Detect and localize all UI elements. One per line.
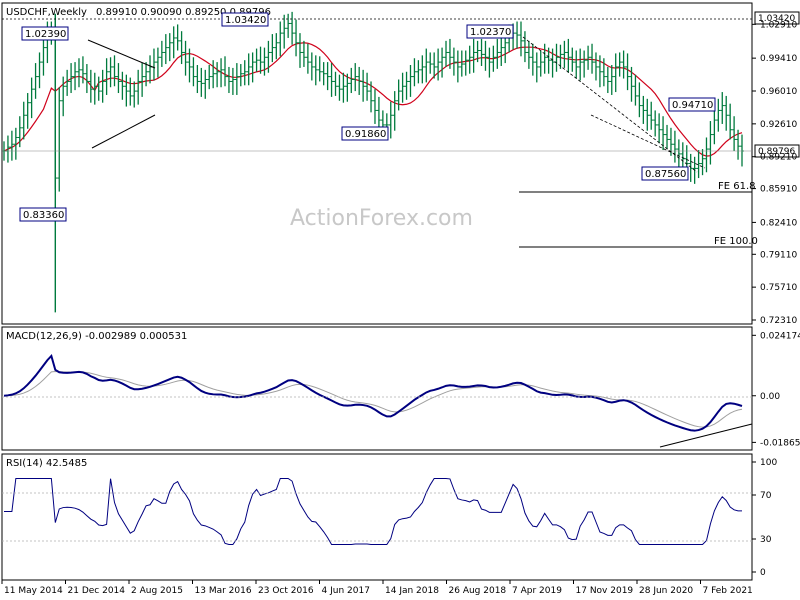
price-label: 1.02390	[21, 26, 69, 41]
macd-title: MACD(12,26,9) -0.002989 0.000531	[6, 331, 187, 342]
price-axis-label: 0.99410	[760, 54, 797, 64]
date-label: 7 Apr 2019	[512, 586, 562, 596]
price-axis-label: 0.85910	[760, 185, 797, 195]
fe-100-label: FE 100.0	[714, 236, 758, 247]
macd-axis-label: 0.024174	[760, 331, 800, 341]
price-axis-label: 0.75710	[760, 283, 797, 293]
price-axis-label: 0.96010	[760, 87, 797, 97]
price-axis-label: 0.82410	[760, 218, 797, 228]
rsi-panel-frame	[1, 453, 753, 581]
price-label-text: 0.87560	[645, 169, 686, 180]
price-label: 0.94710	[668, 97, 716, 112]
date-label: 26 Aug 2018	[449, 586, 507, 596]
date-label: 14 Jan 2018	[385, 586, 439, 596]
price-axis-label: 0.79110	[760, 250, 797, 260]
price-axis-label: 0.92610	[760, 120, 797, 130]
date-label: 11 May 2014	[4, 586, 63, 596]
price-axis-label: 0.89210	[760, 153, 797, 163]
price-label: 0.87560	[641, 166, 689, 181]
rsi-title: RSI(14) 42.5485	[6, 458, 87, 469]
price-label: 0.91860	[341, 126, 389, 141]
date-label: 28 Jun 2020	[639, 586, 693, 596]
date-label: 21 Dec 2014	[68, 586, 126, 596]
chart-canvas: ActionForex.com USDCHF,Weekly 0.89910 0.…	[1, 2, 800, 596]
date-label: 7 Feb 2021	[703, 586, 753, 596]
price-label-text: 0.94710	[672, 100, 713, 111]
price-title: USDCHF,Weekly	[6, 7, 87, 18]
date-label: 13 Mar 2016	[195, 586, 252, 596]
fe-61-label: FE 61.8	[718, 181, 756, 192]
macd-axis-label: -0.018653	[760, 438, 800, 448]
price-label-text: 0.91860	[345, 129, 386, 140]
date-label: 4 Jun 2017	[322, 586, 370, 596]
watermark: ActionForex.com	[290, 206, 473, 231]
price-label: 1.03420	[221, 12, 269, 27]
date-label: 2 Aug 2015	[131, 586, 183, 596]
date-label: 17 Nov 2019	[576, 586, 634, 596]
rsi-axis-label: 100	[760, 458, 777, 468]
macd-panel-frame	[1, 326, 753, 451]
price-label-text: 1.02370	[470, 27, 511, 38]
date-label: 23 Oct 2016	[258, 586, 314, 596]
rsi-axis-label: 70	[760, 491, 772, 501]
macd-axis-label: 0.00	[760, 392, 780, 402]
price-axis-label: 0.72310	[760, 316, 797, 326]
price-axis-label: 1.02910	[760, 20, 797, 30]
price-label-text: 0.83360	[23, 210, 64, 221]
price-label-text: 1.03420	[225, 15, 266, 26]
rsi-axis-label: 0	[760, 568, 766, 578]
price-label: 0.83360	[19, 207, 67, 222]
price-label: 1.02370	[466, 24, 514, 39]
price-label-text: 1.02390	[25, 29, 66, 40]
rsi-axis-label: 30	[760, 535, 772, 545]
